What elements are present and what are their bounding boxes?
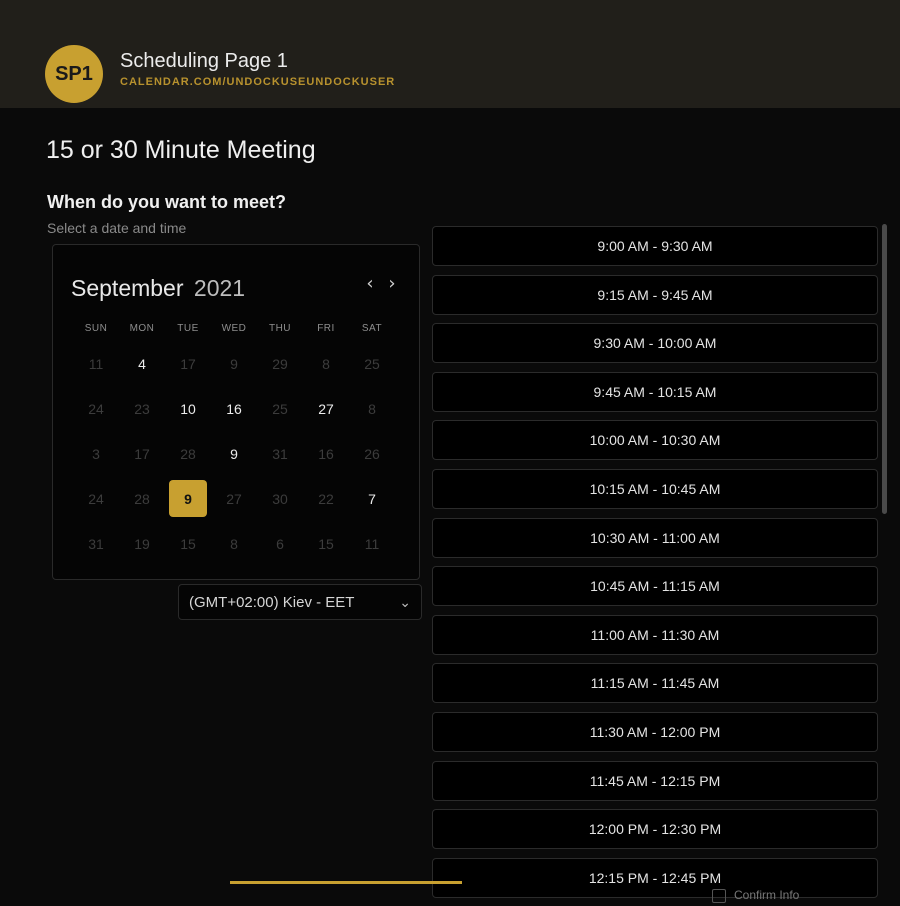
calendar-day: 8: [230, 535, 238, 552]
calendar-day: 8: [322, 355, 330, 372]
calendar-day[interactable]: 10: [169, 390, 207, 427]
time-slot-scrollbar[interactable]: [882, 224, 887, 514]
time-slot-button[interactable]: 9:30 AM - 10:00 AM: [432, 323, 878, 364]
chevron-right-icon[interactable]: ›: [383, 272, 401, 294]
calendar-day: 16: [318, 445, 334, 462]
calendar-day: 30: [272, 490, 288, 507]
calendar-day: 11: [88, 355, 104, 372]
calendar-day: 28: [180, 445, 196, 462]
calendar-month-label: September 2021: [71, 275, 245, 302]
calendar-day: 9: [230, 355, 238, 372]
timezone-select[interactable]: (GMT+02:00) Kiev - EET ⌄: [178, 584, 422, 620]
calendar-day: 28: [134, 490, 150, 507]
calendar-day[interactable]: 27: [307, 390, 345, 427]
calendar-day[interactable]: 16: [215, 390, 253, 427]
weekday-label: SUN: [84, 323, 108, 334]
calendar-day: 22: [318, 490, 334, 507]
weekday-label: WED: [221, 323, 247, 334]
calendar-day: 24: [88, 490, 104, 507]
calendar-day: 15: [318, 535, 334, 552]
calendar-day: 19: [134, 535, 150, 552]
selected-day[interactable]: 9: [169, 480, 207, 517]
time-slot-button[interactable]: 11:30 AM - 12:00 PM: [432, 711, 878, 752]
calendar-day: 11: [364, 535, 380, 552]
weekday-header: SUN MON TUE WED THU FRI SAT: [73, 319, 395, 339]
weekday-label: FRI: [317, 323, 335, 334]
time-slot-button[interactable]: 10:15 AM - 10:45 AM: [432, 468, 878, 509]
calendar-day: 27: [226, 490, 242, 507]
calendar-day: 24: [88, 400, 104, 417]
time-slot-button[interactable]: 11:00 AM - 11:30 AM: [432, 614, 878, 655]
scheduling-page-title: Scheduling Page 1: [120, 50, 288, 72]
calendar-day: 15: [180, 535, 196, 552]
question-subtitle: Select a date and time: [47, 220, 187, 236]
time-slot-list: 9:00 AM - 9:30 AM 9:15 AM - 9:45 AM 9:30 A…: [432, 226, 878, 906]
chevron-down-icon: ⌄: [399, 593, 411, 610]
time-slot-button[interactable]: 11:45 AM - 12:15 PM: [432, 760, 878, 801]
time-slot-button[interactable]: 11:15 AM - 11:45 AM: [432, 663, 878, 704]
calendar-day: 17: [134, 445, 150, 462]
meeting-title: 15 or 30 Minute Meeting: [46, 136, 316, 164]
calendar-day-grid: 11 4 17 9 29 8 25 24 23 10 16 25 27 8 3 17 28 9 31 16 26 24 28…: [73, 341, 395, 566]
calendar-day: 29: [272, 355, 288, 372]
step-progress-bar: [230, 881, 462, 884]
calendar-day: 23: [134, 400, 150, 417]
calendar-day: 25: [364, 355, 380, 372]
question-heading: When do you want to meet?: [47, 192, 286, 212]
calendar-day: 17: [180, 355, 196, 372]
time-slot-button[interactable]: 12:00 PM - 12:30 PM: [432, 809, 878, 850]
calendar-day[interactable]: 9: [215, 435, 253, 472]
weekday-label: TUE: [177, 323, 199, 334]
calendar-day: 26: [364, 445, 380, 462]
calendar-day: 25: [272, 400, 288, 417]
chevron-left-icon[interactable]: ‹: [361, 272, 379, 294]
weekday-label: THU: [268, 323, 292, 334]
calendar-day: 31: [272, 445, 288, 462]
header: SP1 Scheduling Page 1 CALENDAR.COM/UNDOC…: [0, 0, 900, 108]
time-slot-button[interactable]: 12:15 PM - 12:45 PM: [432, 857, 878, 898]
avatar: SP1: [45, 45, 103, 103]
date-picker: September 2021 ‹ › SUN MON TUE WED THU FRI SAT…: [52, 244, 420, 580]
time-slot-button[interactable]: 9:00 AM - 9:30 AM: [432, 226, 878, 266]
step-confirm-info[interactable]: Confirm Info: [712, 888, 799, 903]
scheduling-page-url[interactable]: CALENDAR.COM/UNDOCKUSEUNDOCKUSER: [120, 76, 395, 88]
time-slot-button[interactable]: 9:15 AM - 9:45 AM: [432, 274, 878, 315]
timezone-value: (GMT+02:00) Kiev - EET: [189, 593, 355, 611]
calendar-month: September: [71, 275, 184, 301]
time-slot-button[interactable]: 10:45 AM - 11:15 AM: [432, 566, 878, 607]
calendar-day: 8: [368, 400, 376, 417]
time-slot-button[interactable]: 10:00 AM - 10:30 AM: [432, 420, 878, 461]
confirm-step-checkbox: [712, 888, 726, 903]
calendar-day: 3: [92, 445, 100, 462]
calendar-day: 31: [88, 535, 104, 552]
calendar-day: 6: [276, 535, 284, 552]
calendar-year: 2021: [193, 275, 246, 301]
calendar-day[interactable]: 4: [123, 345, 161, 382]
calendar-day[interactable]: 7: [353, 480, 391, 517]
time-slot-button[interactable]: 10:30 AM - 11:00 AM: [432, 517, 878, 558]
time-slot-button[interactable]: 9:45 AM - 10:15 AM: [432, 371, 878, 412]
weekday-label: MON: [129, 323, 155, 334]
weekday-label: SAT: [361, 323, 383, 334]
